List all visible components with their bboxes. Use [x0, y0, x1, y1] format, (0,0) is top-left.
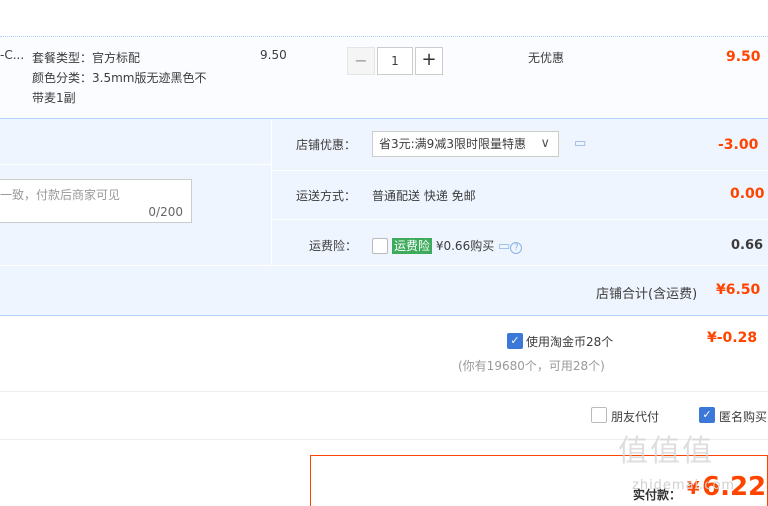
shop-discount-amount: -3.00: [718, 137, 759, 153]
shipping-label: 运送方式：: [296, 189, 357, 203]
insurance-tag: 运费险: [392, 238, 433, 254]
item-title[interactable]: -C...: [0, 48, 24, 62]
item-promo: 无优惠: [528, 51, 565, 65]
spec-color: 颜色分类：3.5mm版无迹黑色不: [32, 71, 207, 85]
insurance-price: ¥0.66购买: [435, 239, 495, 253]
quantity-decrease-button[interactable]: −: [347, 47, 375, 75]
memo-counter: 0/200: [148, 205, 183, 219]
item-spec: 套餐类型：官方标配 颜色分类：3.5mm版无迹黑色不 带麦1副: [32, 48, 206, 108]
unit-price: 9.50: [260, 48, 287, 62]
shop-total-label: 店铺合计(含运费): [596, 287, 698, 302]
shop-discount-value: 省3元:满9减3限时限量特惠: [379, 137, 526, 151]
coins-amount: ¥-0.28: [707, 330, 758, 346]
coin-deduction-section: ✓ 使用淘金币28个 ¥-0.28 (你有19680个，可用28个): [0, 317, 768, 390]
shop-summary-panel: 一致，付款后商家可见 0/200 店铺优惠： 省3元:满9减3限时限量特惠 ∨ …: [0, 118, 768, 316]
coins-label: 使用淘金币28个: [526, 335, 614, 349]
divider: [271, 170, 768, 171]
insurance-label: 运费险：: [309, 239, 358, 253]
insurance-row: 运费险 ¥0.66购买 ▭?: [392, 237, 523, 254]
insurance-amount: 0.66: [731, 238, 764, 253]
insurance-checkbox[interactable]: [372, 238, 388, 254]
quantity-input[interactable]: 1: [377, 47, 413, 75]
memo-placeholder: 一致，付款后商家可见: [0, 188, 121, 202]
divider: [0, 265, 768, 266]
chat-icon[interactable]: ▭: [498, 239, 510, 254]
chevron-down-icon: ∨: [540, 136, 550, 151]
friend-pay-label: 朋友代付: [611, 410, 660, 424]
shipping-amount: 0.00: [730, 186, 765, 202]
buyer-memo-input[interactable]: 一致，付款后商家可见 0/200: [0, 179, 192, 223]
coins-checkbox[interactable]: ✓: [507, 333, 523, 349]
friend-pay-checkbox[interactable]: [591, 407, 607, 423]
anonymous-label: 匿名购买: [719, 410, 768, 424]
spec-color-cont: 带麦1副: [32, 91, 76, 105]
quantity-increase-button[interactable]: +: [415, 47, 443, 75]
shop-discount-select[interactable]: 省3元:满9减3限时限量特惠 ∨: [372, 131, 559, 157]
shop-discount-label: 店铺优惠：: [296, 138, 357, 152]
watermark-site: zhidemai.com: [632, 478, 736, 493]
divider: [271, 119, 272, 265]
divider: [271, 219, 768, 220]
spec-package: 套餐类型：官方标配: [32, 51, 141, 65]
item-subtotal: 9.50: [726, 49, 761, 65]
watermark-logo: 值值值: [618, 434, 714, 469]
anonymous-checkbox[interactable]: ✓: [699, 407, 715, 423]
help-icon[interactable]: ?: [510, 242, 523, 254]
coins-note: (你有19680个，可用28个): [458, 359, 605, 373]
shop-total-value: ¥6.50: [716, 282, 761, 298]
divider: [0, 164, 271, 165]
order-item-row: -C... 套餐类型：官方标配 颜色分类：3.5mm版无迹黑色不 带麦1副 9.…: [0, 36, 768, 118]
chat-icon[interactable]: ▭: [574, 136, 586, 151]
shipping-method: 普通配送 快递 免邮: [372, 189, 476, 203]
